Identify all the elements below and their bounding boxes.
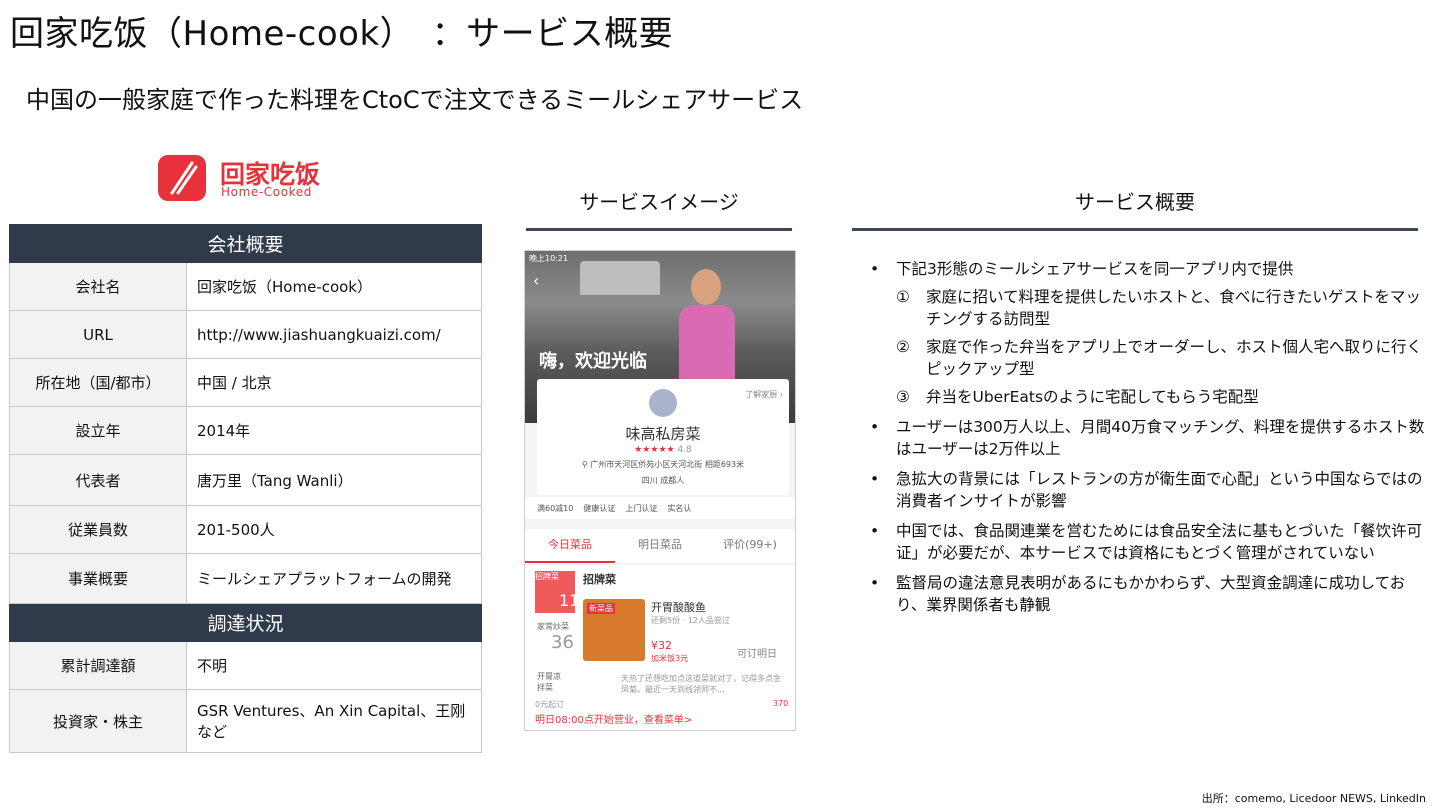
tab-tomorrow[interactable]: 明日菜品 — [615, 529, 705, 563]
badge: 满60减10 — [537, 503, 574, 513]
heading-divider — [526, 228, 792, 231]
company-section-header: 会社概要 — [9, 224, 482, 263]
table-row: 投資家・株主 GSR Ventures、An Xin Capital、王刚 など — [9, 689, 482, 753]
table-row: 会社名 回家吃饭（Home-cook） — [9, 262, 482, 311]
order-tomorrow-button[interactable]: 可订明日 — [737, 645, 777, 660]
badge-row: 满60减10 健康认证 上门认证 实名认 — [525, 497, 795, 519]
shop-name: 味高私房菜 — [625, 425, 701, 443]
company-info-table: 会社概要 会社名 回家吃饭（Home-cook） URL http://www.ji… — [9, 224, 482, 753]
category-signature[interactable]: 招牌菜 11 — [535, 571, 579, 613]
star-rating: ★★★★★ 4.8 — [634, 445, 692, 455]
list-item: 急拡大の背景には「レストランの方が衛生面で心配」という中国ならではの消費者インサ… — [870, 468, 1430, 512]
badge: 健康认证 — [583, 503, 616, 513]
app-screenshot: 晚上10:21 ‹ 嗨，欢迎光临 了解家厨 › 味高私房菜 ★★★★★ 4.8 … — [524, 250, 796, 731]
min-order: 0元起订 — [535, 700, 565, 709]
page-subtitle: 中国の一般家庭で作った料理をCtoCで注文できるミールシェアサービス — [26, 86, 804, 114]
list-item: ユーザーは300万人以上、月間40万食マッチング、料理を提供するホスト数はユーザ… — [870, 416, 1430, 460]
list-item: 下記3形態のミールシェアサービスを同一アプリ内で提供 ①家庭に招いて料理を提供し… — [870, 258, 1430, 408]
chopsticks-icon — [158, 155, 206, 201]
heading-divider — [852, 228, 1418, 231]
table-row: 累計調達額 不明 — [9, 641, 482, 690]
shop-address: ⚲ 广州市天河区侨苑小区天河北街 相距693米 — [581, 460, 745, 469]
sub-item: ③ 弁当をUberEatsのように宅配してもらう宅配型 — [896, 388, 1259, 406]
table-row: URL http://www.jiashuangkuaizi.com/ — [9, 310, 482, 359]
range-hood — [580, 261, 660, 295]
menu-tabs: 今日菜品 明日菜品 评价(99+) — [525, 529, 795, 563]
badge: 上门认证 — [625, 503, 658, 513]
brand-logo: 回家吃饭 Home-Cooked — [158, 155, 328, 205]
tab-today[interactable]: 今日菜品 — [525, 529, 615, 563]
status-bar-time: 晚上10:21 — [529, 254, 569, 263]
review-snippet: 天热了还想吃加点这道菜就对了，记得多点金凤菊。最近一天到线领师不... — [621, 674, 781, 694]
dish-meta: 还剩5份 · 12人品尝过 — [651, 616, 730, 625]
dish-price: ¥32 — [651, 639, 672, 652]
logo-text-en: Home-Cooked — [221, 185, 312, 199]
service-image-heading: サービスイメージ — [579, 190, 739, 214]
table-row: 事業概要 ミールシェアプラットフォームの開発 — [9, 553, 482, 604]
avatar[interactable] — [649, 389, 677, 417]
open-time-link[interactable]: 明日08:00点开始营业，查看菜单> — [535, 711, 692, 726]
sub-item: ② 家庭で作った弁当をアプリ上でオーダーし、ホスト個人宅へ取りに行くピックアップ型 — [896, 338, 1423, 378]
service-overview-list: 下記3形態のミールシェアサービスを同一アプリ内で提供 ①家庭に招いて料理を提供し… — [870, 258, 1430, 624]
host-hometown: 四川 成都人 — [641, 476, 685, 485]
sub-item: ① 家庭に招いて料理を提供したいホストと、食べに行きたいゲストをマッチングする訪問… — [896, 288, 1421, 328]
list-item: 中国では、食品関連業を営むためには食品安全法に基もとづいた「餐饮许可证」が必要だ… — [870, 520, 1430, 564]
menu-section-title: 招牌菜 — [583, 573, 616, 586]
welcome-text: 嗨，欢迎光临 — [539, 351, 647, 372]
rice-addon: 加米饭3元 — [651, 654, 689, 663]
table-row: 代表者 唐万里（Tang Wanli） — [9, 454, 482, 506]
like-count: 370 — [773, 699, 789, 708]
new-dish-tag: 新菜品 — [587, 603, 615, 614]
host-card: 了解家厨 › 味高私房菜 ★★★★★ 4.8 ⚲ 广州市天河区侨苑小区天河北街 … — [537, 379, 789, 495]
table-row: 設立年 2014年 — [9, 406, 482, 455]
table-row: 所在地（国/都市） 中国 / 北京 — [9, 358, 482, 407]
rating-value: 4.8 — [677, 445, 692, 455]
table-row: 従業員数 201-500人 — [9, 505, 482, 554]
menu-list: 招牌菜 11 家常炒菜 36 开胃凉拌菜 招牌菜 新菜品 开胃酸酸鱼 还剩5份 · … — [525, 565, 795, 730]
dish-image[interactable]: 新菜品 — [583, 599, 645, 661]
company-url-link[interactable]: http://www.jiashuangkuaizi.com/ — [186, 310, 482, 359]
badge: 实名认 — [667, 503, 692, 513]
source-note: 出所：comemo, Licedoor NEWS, LinkedIn — [1201, 792, 1426, 805]
tab-reviews[interactable]: 评价(99+) — [705, 529, 795, 563]
dish-name: 开胃酸酸鱼 — [651, 601, 706, 614]
category-cold[interactable]: 开胃凉拌菜 — [537, 671, 567, 693]
service-overview-heading: サービス概要 — [1075, 190, 1195, 214]
host-more-link[interactable]: 了解家厨 › — [745, 389, 783, 400]
category-home[interactable]: 家常炒菜 36 — [537, 621, 574, 653]
list-item: 監督局の違法意見表明があるにもかかわらず、大型資金調達に成功しており、業界関係者… — [870, 572, 1430, 616]
page-title: 回家吃饭（Home-cook） ：サービス概要 — [10, 14, 674, 54]
back-arrow-icon[interactable]: ‹ — [533, 271, 539, 290]
funding-section-header: 調達状況 — [9, 603, 482, 642]
